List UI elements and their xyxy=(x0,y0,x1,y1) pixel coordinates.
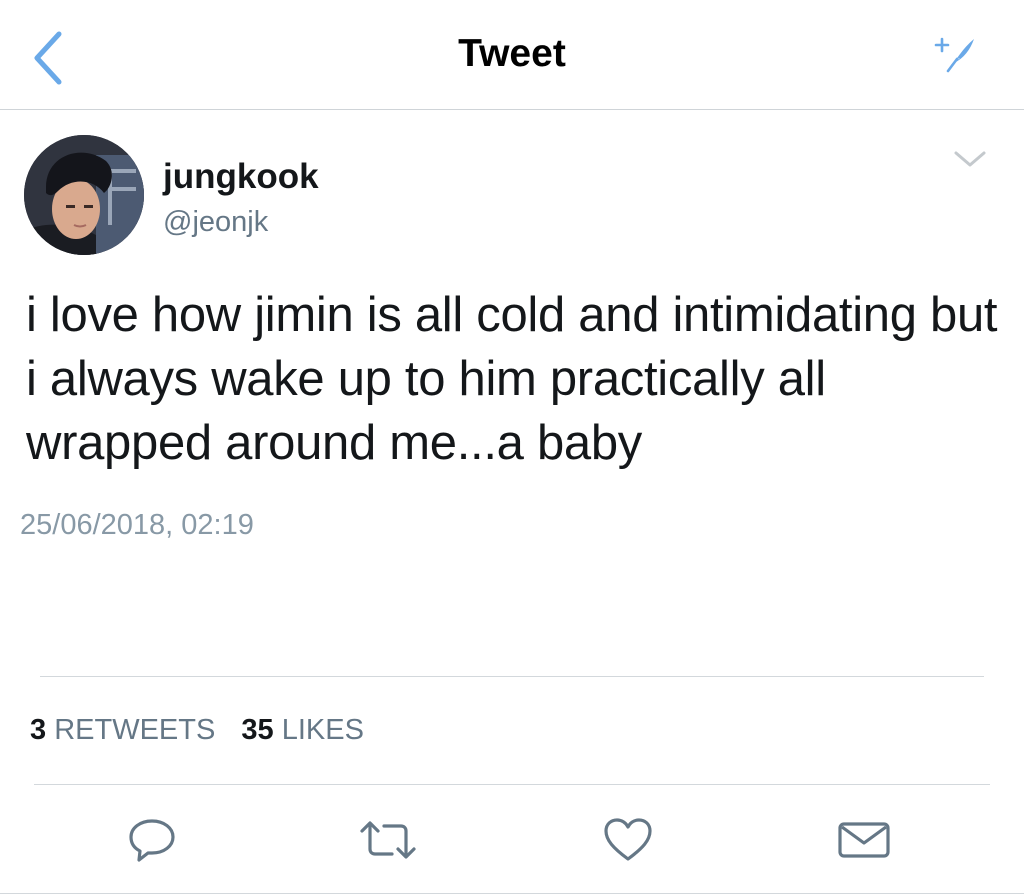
divider xyxy=(40,676,984,677)
user-handle[interactable]: @jeonjk xyxy=(163,206,268,239)
display-name[interactable]: jungkook xyxy=(163,157,319,197)
like-button[interactable] xyxy=(598,812,658,868)
retweets-stat[interactable]: 3 RETWEETS xyxy=(30,714,241,746)
chevron-down-icon xyxy=(954,151,986,167)
navigation-bar: Tweet xyxy=(0,0,1024,110)
reply-button[interactable] xyxy=(122,812,182,868)
tweet-options-button[interactable] xyxy=(952,145,988,173)
profile-photo xyxy=(24,135,144,255)
retweet-icon xyxy=(360,821,416,859)
compose-feather-icon xyxy=(934,37,974,73)
likes-stat[interactable]: 35 LIKES xyxy=(241,714,382,746)
like-icon xyxy=(604,818,652,861)
tweet-text: i love how jimin is all cold and intimid… xyxy=(26,288,998,470)
retweets-label: RETWEETS xyxy=(54,714,216,746)
retweets-count: 3 xyxy=(30,714,47,746)
divider xyxy=(34,784,990,785)
avatar[interactable] xyxy=(24,135,144,255)
bottom-divider xyxy=(0,893,1024,894)
likes-label: LIKES xyxy=(281,714,364,746)
share-mail-icon xyxy=(838,822,890,858)
compose-button[interactable] xyxy=(930,34,978,74)
tweet-stats: 3 RETWEETS 35 LIKES xyxy=(30,714,382,747)
reply-icon xyxy=(129,819,175,862)
likes-count: 35 xyxy=(241,714,274,746)
page-title: Tweet xyxy=(458,32,566,75)
tweet-timestamp: 25/06/2018, 02:19 xyxy=(20,509,254,541)
share-button[interactable] xyxy=(834,812,894,868)
retweet-button[interactable] xyxy=(358,812,418,868)
